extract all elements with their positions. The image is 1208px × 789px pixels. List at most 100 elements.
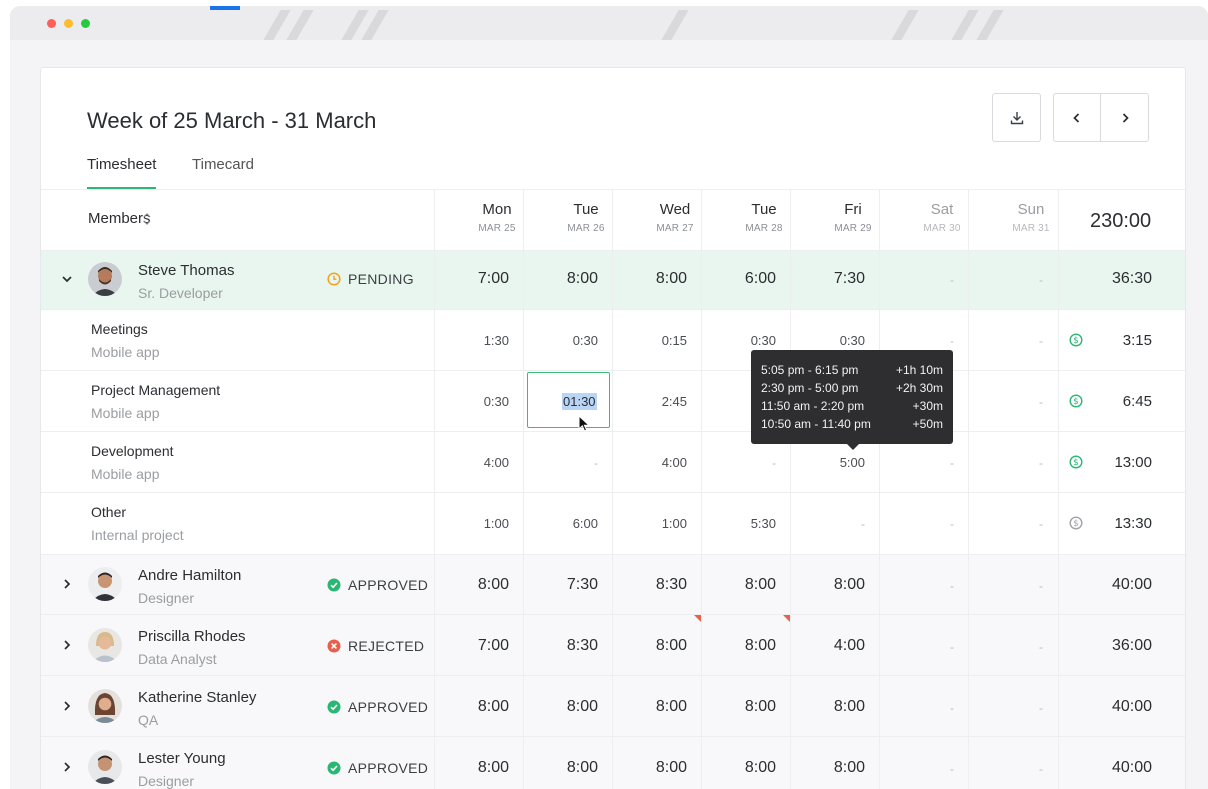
titlebar-pattern bbox=[263, 10, 291, 40]
hours-cell[interactable]: 1:00 bbox=[613, 516, 701, 531]
hours-cell[interactable]: - bbox=[969, 762, 1057, 776]
hours-cell[interactable]: 8:00 bbox=[702, 637, 790, 655]
hours-cell[interactable]: - bbox=[524, 456, 612, 470]
hours-cell[interactable]: 1:00 bbox=[435, 516, 523, 531]
hours-cell[interactable]: 2:45 bbox=[613, 394, 701, 409]
hours-cell[interactable]: 8:00 bbox=[435, 759, 523, 777]
hours-cell[interactable]: 8:00 bbox=[791, 698, 879, 716]
download-button[interactable] bbox=[992, 93, 1041, 142]
hours-cell[interactable]: 8:00 bbox=[702, 698, 790, 716]
hours-cell[interactable]: - bbox=[969, 640, 1057, 654]
day-header-tue: Tue MAR 26 bbox=[567, 201, 605, 234]
hours-cell[interactable]: 4:00 bbox=[791, 637, 879, 655]
tab-timesheet[interactable]: Timesheet bbox=[87, 156, 157, 189]
hours-cell[interactable]: 8:00 bbox=[524, 759, 612, 777]
hours-cell[interactable]: - bbox=[880, 762, 968, 776]
hours-cell[interactable]: 8:00 bbox=[791, 576, 879, 594]
member-name[interactable]: Andre Hamilton bbox=[138, 567, 241, 584]
hours-cell[interactable]: - bbox=[880, 579, 968, 593]
hours-cell[interactable]: - bbox=[880, 456, 968, 470]
hours-cell[interactable]: 8:30 bbox=[613, 576, 701, 594]
divider bbox=[41, 309, 1185, 310]
hours-cell[interactable]: - bbox=[880, 701, 968, 715]
hours-cell[interactable]: 4:00 bbox=[613, 455, 701, 470]
hours-cell[interactable]: 0:30 bbox=[702, 333, 790, 348]
titlebar-pattern bbox=[891, 10, 919, 40]
hours-cell[interactable]: - bbox=[969, 701, 1057, 715]
member-name[interactable]: Steve Thomas bbox=[138, 262, 234, 279]
hours-cell[interactable]: - bbox=[880, 334, 968, 348]
hours-cell[interactable]: 0:30 bbox=[791, 333, 879, 348]
hours-cell[interactable]: 8:00 bbox=[791, 759, 879, 777]
hours-cell[interactable]: 7:30 bbox=[524, 576, 612, 594]
chevron-right-icon[interactable] bbox=[60, 638, 74, 652]
chevron-right-icon[interactable] bbox=[60, 760, 74, 774]
hours-edit-selection[interactable]: 01:30 bbox=[562, 393, 597, 410]
hours-cell[interactable]: 0:15 bbox=[613, 333, 701, 348]
hours-cell[interactable]: 8:00 bbox=[613, 698, 701, 716]
chevron-right-icon[interactable] bbox=[60, 699, 74, 713]
hours-cell[interactable]: 7:00 bbox=[435, 270, 523, 288]
hours-cell[interactable]: - bbox=[969, 334, 1057, 348]
divider bbox=[41, 554, 1185, 555]
member-role: QA bbox=[138, 712, 159, 728]
hours-cell[interactable]: 5:30 bbox=[702, 516, 790, 531]
hours-cell[interactable]: 8:00 bbox=[435, 576, 523, 594]
minimize-window-button[interactable] bbox=[64, 19, 73, 28]
hours-cell[interactable]: - bbox=[969, 456, 1057, 470]
tab-timecard[interactable]: Timecard bbox=[192, 156, 254, 189]
divider bbox=[41, 189, 1185, 190]
hours-cell[interactable]: 4:00 bbox=[435, 455, 523, 470]
maximize-window-button[interactable] bbox=[81, 19, 90, 28]
task-name: Meetings bbox=[91, 321, 148, 337]
tooltip-entry: 5:05 pm - 6:15 pm +1h 10m bbox=[761, 363, 943, 377]
check-circle-icon bbox=[327, 761, 341, 775]
hours-cell[interactable]: 8:00 bbox=[702, 759, 790, 777]
hours-cell[interactable]: 8:00 bbox=[613, 637, 701, 655]
task-name: Other bbox=[91, 504, 127, 520]
status-badge: APPROVED bbox=[327, 760, 428, 776]
comment-flag[interactable] bbox=[694, 615, 701, 622]
hours-cell[interactable]: 0:30 bbox=[435, 394, 523, 409]
divider bbox=[41, 370, 1185, 371]
day-header-sat: Sat MAR 30 bbox=[923, 201, 961, 234]
hours-cell[interactable]: 7:00 bbox=[435, 637, 523, 655]
titlebar-pattern bbox=[661, 10, 689, 40]
hours-cell[interactable]: 7:30 bbox=[791, 270, 879, 288]
close-window-button[interactable] bbox=[47, 19, 56, 28]
hours-cell[interactable]: - bbox=[880, 273, 968, 287]
task-project: Mobile app bbox=[91, 344, 160, 360]
chevron-right-icon[interactable] bbox=[60, 577, 74, 591]
hours-cell[interactable]: 8:00 bbox=[524, 270, 612, 288]
hours-cell[interactable]: - bbox=[969, 579, 1057, 593]
hours-cell[interactable]: - bbox=[969, 395, 1057, 409]
sort-icon[interactable] bbox=[142, 211, 152, 227]
hours-cell[interactable]: - bbox=[880, 640, 968, 654]
member-name[interactable]: Katherine Stanley bbox=[138, 689, 256, 706]
hours-cell[interactable]: - bbox=[880, 517, 968, 531]
clock-icon bbox=[327, 272, 341, 286]
hours-cell[interactable]: - bbox=[791, 517, 879, 531]
hours-cell[interactable]: 8:00 bbox=[613, 270, 701, 288]
hours-cell[interactable]: 8:00 bbox=[524, 698, 612, 716]
hours-cell[interactable]: 6:00 bbox=[702, 270, 790, 288]
hours-cell[interactable]: 1:30 bbox=[435, 333, 523, 348]
hours-cell[interactable]: 0:30 bbox=[524, 333, 612, 348]
hours-cell[interactable]: 8:00 bbox=[702, 576, 790, 594]
status-badge: REJECTED bbox=[327, 638, 424, 654]
hours-cell[interactable]: - bbox=[969, 517, 1057, 531]
avatar bbox=[88, 689, 122, 723]
chevron-down-icon[interactable] bbox=[60, 272, 74, 286]
hours-cell[interactable]: 8:00 bbox=[435, 698, 523, 716]
member-name[interactable]: Priscilla Rhodes bbox=[138, 628, 246, 645]
hours-cell[interactable]: - bbox=[702, 456, 790, 470]
next-week-button[interactable] bbox=[1100, 93, 1149, 142]
hours-cell[interactable]: 6:00 bbox=[524, 516, 612, 531]
member-name[interactable]: Lester Young bbox=[138, 750, 226, 767]
hours-cell[interactable]: 8:30 bbox=[524, 637, 612, 655]
previous-week-button[interactable] bbox=[1053, 93, 1101, 142]
hours-cell[interactable]: 8:00 bbox=[613, 759, 701, 777]
hours-cell[interactable]: 5:00 bbox=[791, 455, 879, 470]
comment-flag[interactable] bbox=[783, 615, 790, 622]
hours-cell[interactable]: - bbox=[969, 273, 1057, 287]
